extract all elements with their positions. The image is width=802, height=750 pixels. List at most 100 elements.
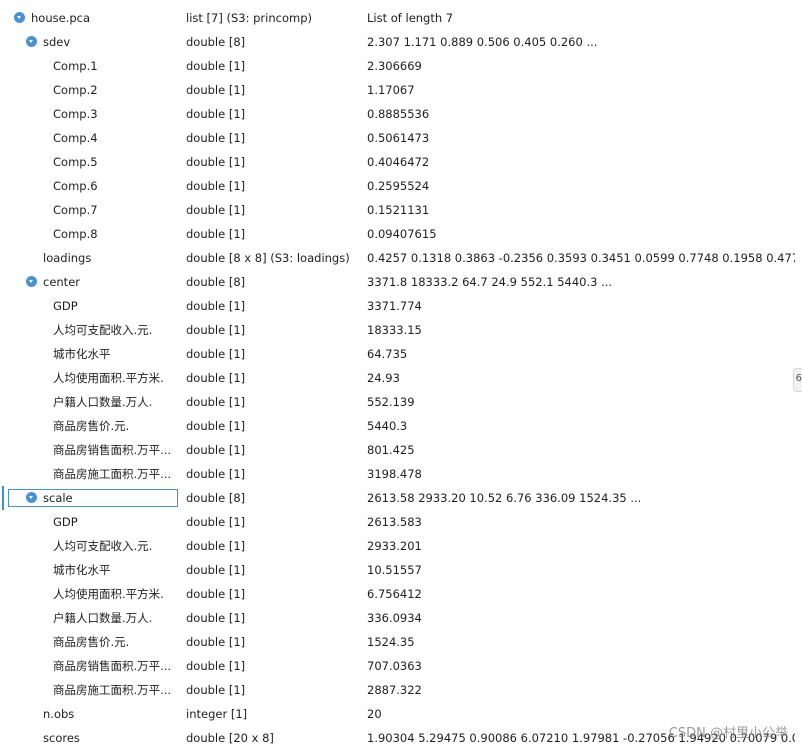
tree-row[interactable]: 人均使用面积.平方米. double [1] 24.93: [0, 366, 795, 390]
object-name: GDP: [53, 299, 78, 313]
object-value: 64.735: [367, 347, 408, 361]
tree-name-cell: 商品房施工面积.万平...: [0, 462, 178, 486]
object-name: scores: [43, 731, 80, 745]
object-value: 336.0934: [367, 611, 422, 625]
object-name: 人均可支配收入.元.: [53, 323, 153, 337]
tree-row[interactable]: 商品房售价.元. double [1] 5440.3: [0, 414, 795, 438]
object-type: integer [1]: [186, 707, 248, 721]
object-value: 0.4257 0.1318 0.3863 -0.2356 0.3593 0.34…: [367, 251, 795, 265]
object-type: double [8]: [186, 35, 246, 49]
object-type: double [1]: [186, 323, 246, 337]
object-name: 商品房施工面积.万平...: [53, 467, 172, 481]
tree-row[interactable]: 商品房销售面积.万平... double [1] 707.0363: [0, 654, 795, 678]
object-type: double [8]: [186, 491, 246, 505]
side-panel-handle-glyph: 6: [795, 373, 802, 384]
object-name: n.obs: [43, 707, 75, 721]
side-panel-handle[interactable]: 6: [793, 368, 802, 392]
tree-row[interactable]: 城市化水平 double [1] 10.51557: [0, 558, 795, 582]
collapse-toggle-icon[interactable]: [26, 492, 37, 503]
object-name: Comp.4: [53, 131, 98, 145]
object-name: 户籍人口数量.万人.: [53, 611, 153, 625]
object-value: 2.306669: [367, 59, 422, 73]
object-value: 2933.201: [367, 539, 422, 553]
tree-name-cell: sdev: [0, 30, 178, 54]
tree-row[interactable]: 商品房施工面积.万平... double [1] 2887.322: [0, 678, 795, 702]
object-name: Comp.2: [53, 83, 98, 97]
object-type: double [1]: [186, 419, 246, 433]
tree-row[interactable]: 人均可支配收入.元. double [1] 18333.15: [0, 318, 795, 342]
object-name: house.pca: [31, 11, 91, 25]
tree-row[interactable]: Comp.4 double [1] 0.5061473: [0, 126, 795, 150]
collapse-toggle-icon[interactable]: [26, 36, 37, 47]
object-name: Comp.7: [53, 203, 98, 217]
object-type: double [1]: [186, 563, 246, 577]
tree-row-loadings[interactable]: loadings double [8 x 8] (S3: loadings) 0…: [0, 246, 795, 270]
tree-row-center[interactable]: center double [8] 3371.8 18333.2 64.7 24…: [0, 270, 795, 294]
object-name: center: [43, 275, 80, 289]
tree-row[interactable]: GDP double [1] 2613.583: [0, 510, 795, 534]
tree-row[interactable]: Comp.1 double [1] 2.306669: [0, 54, 795, 78]
object-type: double [1]: [186, 683, 246, 697]
tree-row[interactable]: 人均使用面积.平方米. double [1] 6.756412: [0, 582, 795, 606]
tree-row[interactable]: Comp.5 double [1] 0.4046472: [0, 150, 795, 174]
selection-indicator: [2, 486, 4, 510]
tree-name-cell: 城市化水平: [0, 558, 178, 582]
tree-row[interactable]: 户籍人口数量.万人. double [1] 336.0934: [0, 606, 795, 630]
tree-row[interactable]: 户籍人口数量.万人. double [1] 552.139: [0, 390, 795, 414]
object-name: Comp.5: [53, 155, 98, 169]
object-value: 5440.3: [367, 419, 408, 433]
tree-name-cell: GDP: [0, 294, 178, 318]
tree-name-cell: Comp.1: [0, 54, 178, 78]
object-value: List of length 7: [367, 11, 454, 25]
object-value: 0.4046472: [367, 155, 430, 169]
tree-row[interactable]: 人均可支配收入.元. double [1] 2933.201: [0, 534, 795, 558]
object-value: 0.1521131: [367, 203, 430, 217]
tree-name-cell: 城市化水平: [0, 342, 178, 366]
object-value: 3198.478: [367, 467, 422, 481]
tree-row[interactable]: 商品房售价.元. double [1] 1524.35: [0, 630, 795, 654]
object-value: 2887.322: [367, 683, 422, 697]
object-name: 户籍人口数量.万人.: [53, 395, 153, 409]
tree-row[interactable]: Comp.2 double [1] 1.17067: [0, 78, 795, 102]
tree-row-sdev[interactable]: sdev double [8] 2.307 1.171 0.889 0.506 …: [0, 30, 795, 54]
object-type: double [8]: [186, 275, 246, 289]
tree-row[interactable]: Comp.6 double [1] 0.2595524: [0, 174, 795, 198]
tree-row[interactable]: 城市化水平 double [1] 64.735: [0, 342, 795, 366]
object-name: 人均使用面积.平方米.: [53, 371, 164, 385]
tree-row-scale-selected[interactable]: scale double [8] 2613.58 2933.20 10.52 6…: [0, 486, 795, 510]
object-value: 3371.774: [367, 299, 422, 313]
tree-row[interactable]: 商品房销售面积.万平... double [1] 801.425: [0, 438, 795, 462]
tree-name-cell: 人均可支配收入.元.: [0, 318, 178, 342]
tree-name-cell: 商品房售价.元.: [0, 630, 178, 654]
collapse-toggle-icon[interactable]: [26, 276, 37, 287]
tree-row[interactable]: Comp.8 double [1] 0.09407615: [0, 222, 795, 246]
object-name: Comp.8: [53, 227, 98, 241]
tree-name-cell: Comp.5: [0, 150, 178, 174]
tree-name-cell: scale: [8, 489, 178, 507]
object-name: GDP: [53, 515, 78, 529]
tree-name-cell: house.pca: [0, 6, 178, 30]
object-value: 0.8885536: [367, 107, 430, 121]
tree-name-cell: Comp.8: [0, 222, 178, 246]
object-type: double [1]: [186, 131, 246, 145]
tree-row[interactable]: Comp.3 double [1] 0.8885536: [0, 102, 795, 126]
tree-row-house-pca[interactable]: house.pca list [7] (S3: princomp) List o…: [0, 6, 795, 30]
tree-row[interactable]: GDP double [1] 3371.774: [0, 294, 795, 318]
object-value: 18333.15: [367, 323, 422, 337]
object-type: double [1]: [186, 179, 246, 193]
object-type: double [20 x 8]: [186, 731, 274, 745]
tree-name-cell: scores: [0, 726, 178, 750]
object-value: 2613.583: [367, 515, 422, 529]
object-type: double [1]: [186, 83, 246, 97]
object-name: 人均使用面积.平方米.: [53, 587, 164, 601]
tree-row[interactable]: Comp.7 double [1] 0.1521131: [0, 198, 795, 222]
object-name: 城市化水平: [53, 347, 111, 361]
tree-row[interactable]: 商品房施工面积.万平... double [1] 3198.478: [0, 462, 795, 486]
object-name: 商品房销售面积.万平...: [53, 443, 172, 457]
object-type: double [1]: [186, 371, 246, 385]
collapse-toggle-icon[interactable]: [14, 12, 25, 23]
tree-name-cell: Comp.7: [0, 198, 178, 222]
object-name: Comp.6: [53, 179, 98, 193]
object-value: 801.425: [367, 443, 415, 457]
tree-name-cell: 商品房施工面积.万平...: [0, 678, 178, 702]
